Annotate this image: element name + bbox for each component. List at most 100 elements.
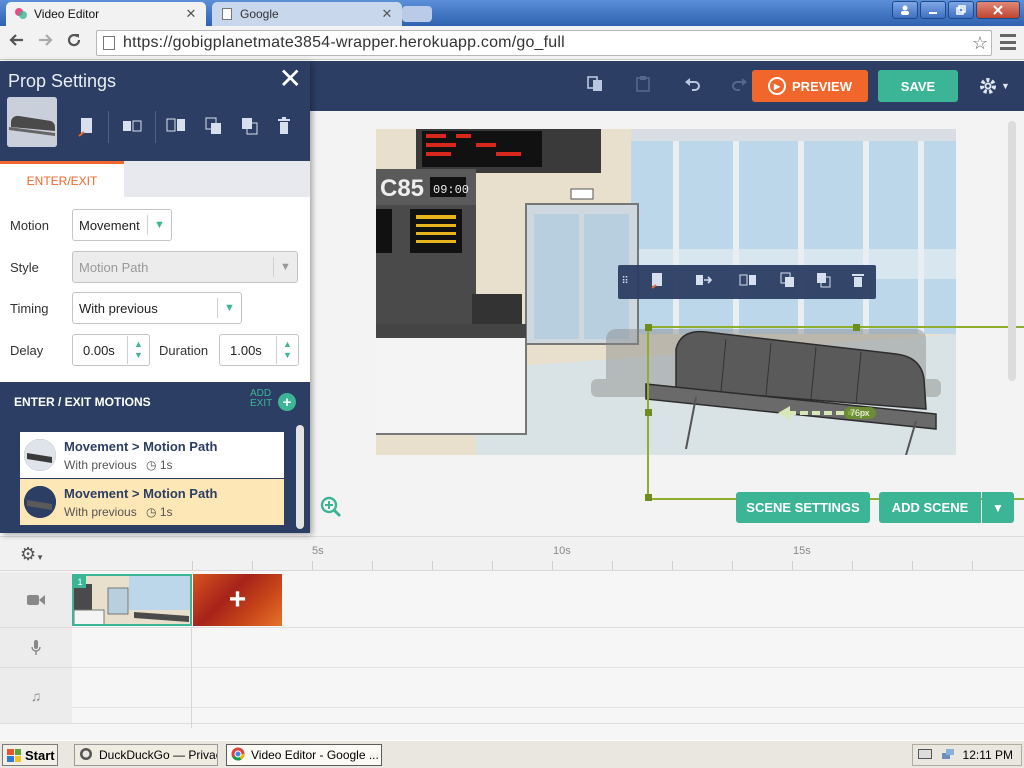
browser-tab-google[interactable]: Google ✕ xyxy=(212,2,402,26)
resize-handle[interactable] xyxy=(645,324,652,331)
camera-icon xyxy=(0,572,72,627)
tab-close-icon[interactable]: ✕ xyxy=(380,6,394,22)
timing-select[interactable]: With previous ▼ xyxy=(72,292,242,324)
add-scene-clip-button[interactable]: + xyxy=(193,574,282,626)
resize-handle[interactable] xyxy=(645,409,652,416)
window-close-icon[interactable] xyxy=(976,1,1020,19)
toolbar-divider xyxy=(108,111,109,143)
taskbar-item-duckduckgo[interactable]: DuckDuckGo — Privac... xyxy=(74,744,218,766)
toolbar-divider xyxy=(155,111,156,143)
restore-icon[interactable] xyxy=(948,1,974,19)
save-button[interactable]: SAVE xyxy=(878,70,958,102)
scene-settings-button[interactable]: SCENE SETTINGS xyxy=(736,492,870,523)
browser-tab-video-editor[interactable]: Video Editor ✕ xyxy=(6,2,206,26)
delay-label: Delay xyxy=(10,342,44,358)
browser-tab-strip: Video Editor ✕ Google ✕ xyxy=(0,0,1024,26)
page-icon xyxy=(220,7,234,21)
bring-forward-icon[interactable] xyxy=(204,117,224,139)
delay-stepper[interactable]: 0.00s ▲ ▼ xyxy=(72,334,150,366)
back-arrow-icon[interactable] xyxy=(6,32,28,54)
add-scene-label: ADD SCENE xyxy=(891,500,969,515)
settings-gear-icon[interactable]: ▼ xyxy=(978,75,1014,97)
motion-select[interactable]: Movement ▼ xyxy=(72,209,172,241)
undo-icon[interactable] xyxy=(682,75,704,97)
motions-scrollbar[interactable] xyxy=(296,425,304,529)
send-backward-icon[interactable] xyxy=(814,272,834,292)
delay-duration-row: Delay 0.00s ▲ ▼ Duration 1.00s ▲ ▼ xyxy=(10,334,300,366)
bring-forward-icon[interactable] xyxy=(778,272,798,292)
motion-name: Movement > Motion Path xyxy=(64,486,218,501)
paste-icon[interactable] xyxy=(632,75,654,97)
voice-track-lane[interactable] xyxy=(72,648,1024,668)
replace-prop-icon[interactable] xyxy=(76,117,96,139)
preview-button[interactable]: ▶ PREVIEW xyxy=(752,70,868,102)
taskbar-item-label: DuckDuckGo — Privac... xyxy=(99,748,217,762)
add-exit-plus-icon[interactable]: + xyxy=(278,393,296,411)
swap-icon[interactable] xyxy=(122,117,142,139)
prop-thumbnail[interactable] xyxy=(7,97,57,147)
clock-icon: ◷ xyxy=(146,505,157,519)
timing-label: Timing xyxy=(10,300,49,316)
tick-mark xyxy=(732,561,733,570)
motion-timing: With previous xyxy=(64,458,137,472)
stage-scrollbar[interactable] xyxy=(1008,121,1016,381)
new-tab-button[interactable] xyxy=(402,6,432,22)
minimize-icon[interactable] xyxy=(920,1,946,19)
send-backward-icon[interactable] xyxy=(240,117,260,139)
address-bar[interactable]: https://gobigplanetmate3854-wrapper.hero… xyxy=(96,30,992,56)
path-distance-label: 76px xyxy=(844,407,876,419)
address-url: https://gobigplanetmate3854-wrapper.hero… xyxy=(123,34,565,51)
motion-list-item[interactable]: Movement > Motion Path With previous ◷ 1… xyxy=(12,432,284,478)
browser-tab-title: Google xyxy=(240,7,279,21)
browser-tab-title: Video Editor xyxy=(34,7,100,21)
close-icon[interactable]: ✕ xyxy=(279,65,302,93)
resize-handle[interactable] xyxy=(853,324,860,331)
zoom-in-icon[interactable] xyxy=(320,496,342,524)
timeline-settings-gear-icon[interactable]: ⚙▼ xyxy=(20,544,44,565)
plus-icon: + xyxy=(228,583,247,616)
motions-title: ENTER / EXIT MOTIONS xyxy=(14,395,151,409)
duration-stepper[interactable]: 1.00s ▲ ▼ xyxy=(219,334,299,366)
taskbar-item-video-editor[interactable]: Video Editor - Google ... xyxy=(226,744,382,766)
network-icon[interactable] xyxy=(941,747,955,764)
replace-prop-icon[interactable] xyxy=(648,272,668,292)
browser-toolbar: https://gobigplanetmate3854-wrapper.hero… xyxy=(0,26,1024,60)
reload-icon[interactable] xyxy=(63,32,85,54)
stepper-arrows-icon[interactable]: ▲ ▼ xyxy=(127,336,149,364)
tick-mark xyxy=(852,561,853,570)
windows-logo-icon xyxy=(7,748,21,762)
add-scene-button[interactable]: ADD SCENE xyxy=(879,492,981,523)
start-button[interactable]: Start xyxy=(2,744,58,766)
bookmark-star-icon[interactable]: ☆ xyxy=(969,33,991,54)
browser-menu-icon[interactable] xyxy=(1000,34,1016,50)
flip-icon[interactable] xyxy=(166,117,186,139)
music-track-lane[interactable] xyxy=(72,688,1024,708)
scene-settings-label: SCENE SETTINGS xyxy=(746,500,860,515)
system-tray: 12:11 PM xyxy=(912,744,1022,766)
prop-settings-panel: Prop Settings ✕ ENTER/EXIT Motion Moveme… xyxy=(0,61,310,533)
motion-list-item[interactable]: Movement > Motion Path With previous ◷ 1… xyxy=(12,479,284,525)
tick-label: 15s xyxy=(793,545,811,557)
motion-duration: ◷ 1s xyxy=(146,505,173,519)
motion-prop-thumbnail xyxy=(24,439,56,471)
panel-title: Prop Settings xyxy=(8,71,117,91)
scene-clip-1[interactable]: 1 xyxy=(72,574,192,626)
motion-prop-thumbnail xyxy=(24,486,56,518)
stepper-arrows-icon[interactable]: ▲ ▼ xyxy=(276,336,298,364)
user-icon[interactable] xyxy=(892,1,918,19)
resize-handle[interactable] xyxy=(645,494,652,501)
forward-arrow-icon[interactable] xyxy=(34,32,56,54)
add-exit-label[interactable]: ADD EXIT xyxy=(250,389,272,409)
trash-icon[interactable] xyxy=(274,117,294,139)
tab-enter-exit[interactable]: ENTER/EXIT xyxy=(0,161,124,197)
add-scene-dropdown[interactable]: ▼ xyxy=(982,492,1014,523)
copy-icon[interactable] xyxy=(584,75,606,97)
redo-icon[interactable] xyxy=(728,75,750,97)
flip-icon[interactable] xyxy=(738,272,758,292)
swap-icon[interactable] xyxy=(694,272,714,292)
drag-handle-icon[interactable]: ⠿ xyxy=(621,272,629,292)
tick-mark xyxy=(972,561,973,570)
trash-icon[interactable] xyxy=(848,272,868,292)
tab-close-icon[interactable]: ✕ xyxy=(184,6,198,22)
tick-mark xyxy=(612,561,613,570)
